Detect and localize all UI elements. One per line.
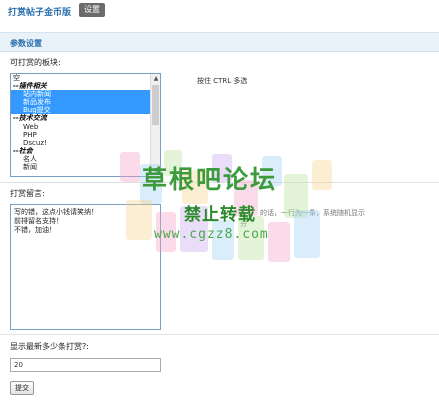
scroll-thumb[interactable] <box>152 85 159 125</box>
board-option[interactable]: Dscuz! <box>11 139 160 147</box>
count-input[interactable]: 20 <box>10 358 161 372</box>
message-hint-fragment: 分 <box>240 220 247 228</box>
board-option[interactable]: 新闻 <box>11 163 160 171</box>
boards-multiselect[interactable]: 空 --插件相关 站内新闻 新品发布 Bug提交 --技术交流 Web PHP Dscuz! --… <box>10 73 161 177</box>
message-hint: 的话，一行为一条，系统随机显示 <box>260 209 365 217</box>
scroll-down-icon[interactable]: ▼ <box>151 166 160 176</box>
board-option[interactable]: --插件相关 <box>11 82 160 90</box>
boards-scrollbar[interactable]: ▲ ▼ <box>150 74 160 176</box>
board-option[interactable]: PHP <box>11 131 160 139</box>
board-option[interactable]: 空 <box>11 74 160 82</box>
count-label: 显示最新多少条打赏?: <box>10 342 89 351</box>
board-option[interactable]: --社会 <box>11 147 160 155</box>
boards-hint: 按住 CTRL 多选 <box>197 77 248 85</box>
watermark-title: 草根吧论坛 <box>142 165 278 194</box>
watermark-url: www.cgzz8.com <box>154 227 269 242</box>
top-bar: 打赏帖子金币版 设置 <box>0 0 439 22</box>
board-option[interactable]: Web <box>11 123 160 131</box>
submit-button[interactable]: 提交 <box>10 381 34 395</box>
board-option[interactable]: 名人 <box>11 155 160 163</box>
section-title: 参数设置 <box>10 39 42 48</box>
settings-button[interactable]: 设置 <box>79 3 105 17</box>
message-textarea[interactable]: 写的错，这点小钱请笑纳！ 前排留名支持！ 不错，加油！ <box>10 204 161 330</box>
divider <box>0 334 439 335</box>
board-option[interactable]: --技术交流 <box>11 114 160 122</box>
boards-label: 可打赏的板块: <box>10 58 61 67</box>
divider <box>0 182 439 183</box>
message-label: 打赏留言: <box>10 189 45 198</box>
section-header: 参数设置 <box>0 32 439 52</box>
scroll-up-icon[interactable]: ▲ <box>151 74 160 84</box>
app-title: 打赏帖子金币版 <box>8 8 72 18</box>
